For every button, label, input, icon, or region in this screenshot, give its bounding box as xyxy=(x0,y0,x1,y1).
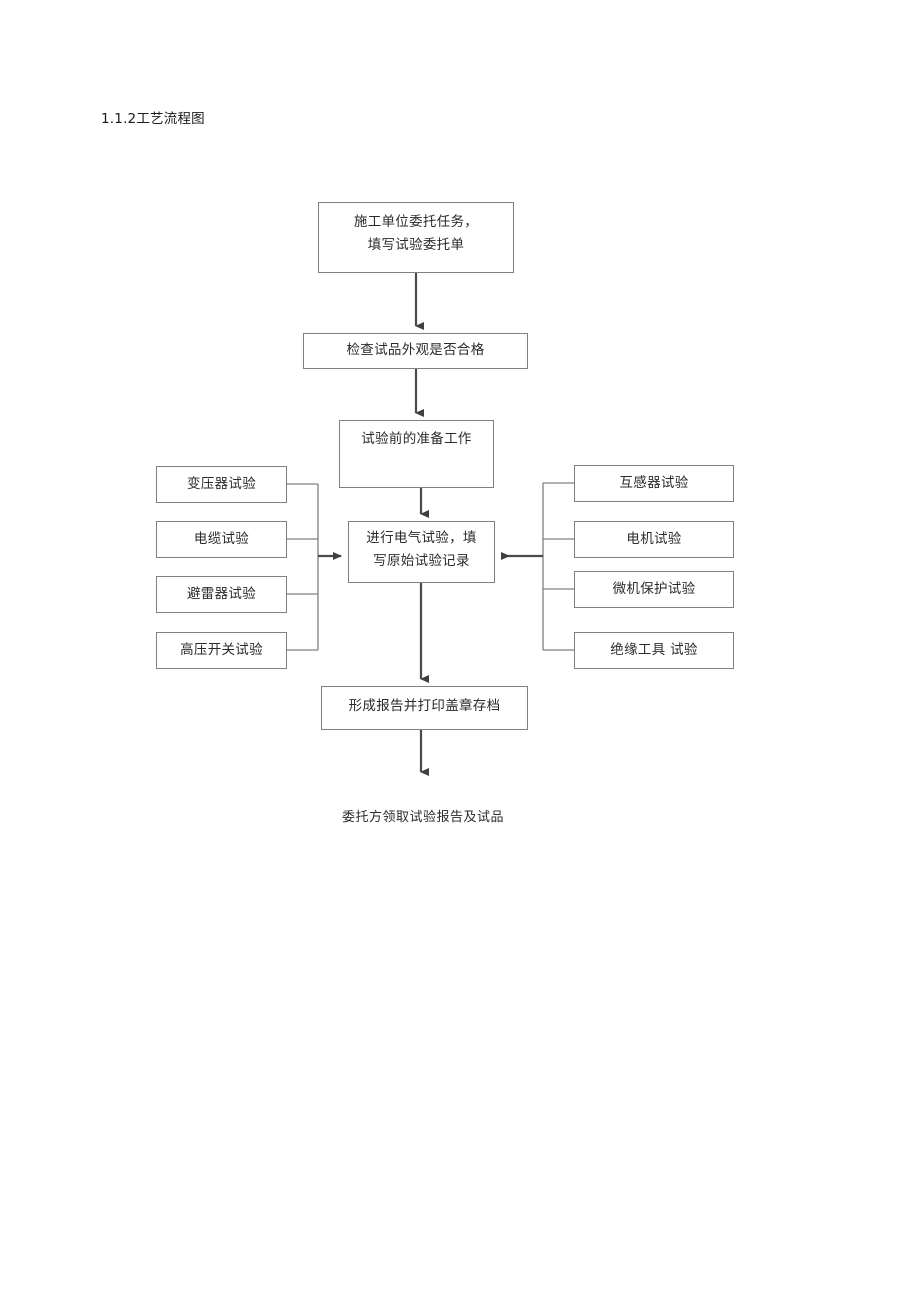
left-branch-bus xyxy=(287,483,319,651)
node-report-archive[interactable]: 形成报告并打印盖章存档 xyxy=(321,686,528,730)
node-end-label: 委托方领取试验报告及试品 xyxy=(341,810,504,825)
node-motor-test[interactable]: 电机试验 xyxy=(574,521,734,558)
node-preparation[interactable]: 试验前的准备工作 xyxy=(339,420,494,488)
node-insulating-tools-test[interactable]: 绝缘工具 试验 xyxy=(574,632,734,669)
node-electrical-test-label: 进行电气试验，填 写原始试验记录 xyxy=(366,530,477,569)
node-relay-protection-test-label: 微机保护试验 xyxy=(612,581,696,597)
node-relay-protection-test[interactable]: 微机保护试验 xyxy=(574,571,734,608)
process-flowchart: 施工单位委托任务， 填写试验委托单 检查试品外观是否合格 试验前的准备工作 进行… xyxy=(0,0,920,1303)
node-hv-switch-test-label: 高压开关试验 xyxy=(180,642,263,658)
node-motor-test-label: 电机试验 xyxy=(626,531,682,547)
node-check-appearance[interactable]: 检查试品外观是否合格 xyxy=(303,333,528,369)
node-transformer-test[interactable]: 变压器试验 xyxy=(156,466,287,503)
node-start-label: 施工单位委托任务， 填写试验委托单 xyxy=(353,214,479,253)
node-electrical-test[interactable]: 进行电气试验，填 写原始试验记录 xyxy=(348,521,495,583)
right-branch-bus xyxy=(542,482,574,651)
node-hv-switch-test[interactable]: 高压开关试验 xyxy=(156,632,287,669)
node-start[interactable]: 施工单位委托任务， 填写试验委托单 xyxy=(318,202,514,273)
node-preparation-label: 试验前的准备工作 xyxy=(361,431,472,447)
node-cable-test-label: 电缆试验 xyxy=(193,531,250,547)
node-insulating-tools-test-label: 绝缘工具 试验 xyxy=(610,642,698,658)
flowchart-connectors xyxy=(287,273,574,776)
node-report-archive-label: 形成报告并打印盖章存档 xyxy=(348,698,501,714)
node-check-appearance-label: 检查试品外观是否合格 xyxy=(346,342,485,358)
node-instrument-transformer-test[interactable]: 互感器试验 xyxy=(574,465,734,502)
node-instrument-transformer-test-label: 互感器试验 xyxy=(619,475,689,491)
page-canvas: 1.1.2工艺流程图 施工单位委托任务， 填写试验委托单 检查试品外观是否合格 … xyxy=(0,0,920,1303)
node-arrester-test-label: 避雷器试验 xyxy=(187,586,256,602)
node-arrester-test[interactable]: 避雷器试验 xyxy=(156,576,287,613)
node-cable-test[interactable]: 电缆试验 xyxy=(156,521,287,558)
node-transformer-test-label: 变压器试验 xyxy=(187,476,256,492)
